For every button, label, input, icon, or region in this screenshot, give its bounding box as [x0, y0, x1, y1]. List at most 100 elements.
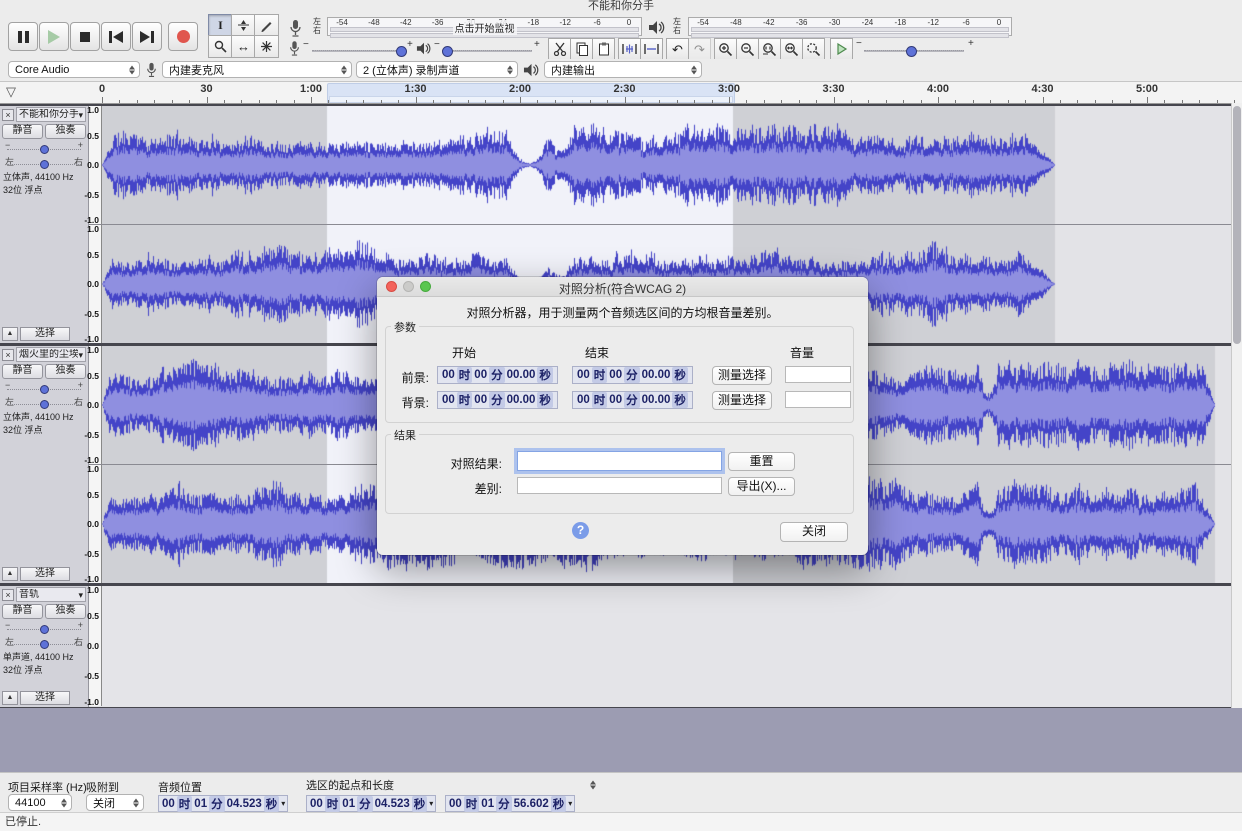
track-name-menu[interactable]: 音轨 ▾	[16, 587, 86, 602]
audio-host-select[interactable]: Core Audio	[8, 61, 140, 78]
multi-tool-button[interactable]	[254, 35, 279, 58]
vertical-scrollbar-thumb[interactable]	[1233, 106, 1241, 344]
track-close-button[interactable]: ×	[2, 588, 14, 601]
pan-slider[interactable]: 左 右	[5, 155, 83, 169]
play-button[interactable]	[39, 22, 69, 51]
mute-button[interactable]: 静音	[2, 604, 43, 619]
silence-button[interactable]	[640, 38, 663, 60]
measure-background-button[interactable]: 测量选择	[712, 391, 772, 410]
mute-button[interactable]: 静音	[2, 124, 43, 139]
background-start-field[interactable]: 00 时 00 分 00.00 秒	[437, 391, 558, 409]
export-button[interactable]: 导出(X)...	[728, 477, 795, 496]
select-button[interactable]: 选择	[20, 327, 70, 341]
vertical-scrollbar[interactable]	[1231, 103, 1242, 708]
gain-slider[interactable]: − +	[5, 140, 83, 154]
pan-slider[interactable]: 左 右	[5, 395, 83, 409]
select-button[interactable]: 选择	[20, 567, 70, 581]
cut-button[interactable]	[548, 38, 571, 60]
solo-button[interactable]: 独奏	[45, 124, 86, 139]
play-speed-slider[interactable]	[864, 46, 964, 57]
timeline-ruler[interactable]: 0 30 1:00 1:30 2:00 2:30 3:00 3:30 4:00 4:30 5:00	[89, 82, 1242, 104]
play-volume-thumb[interactable]	[442, 46, 453, 57]
record-volume-slider[interactable]	[312, 46, 407, 57]
trim-outside-button[interactable]	[618, 38, 641, 60]
zoom-project-button[interactable]	[780, 38, 803, 60]
track-name-menu[interactable]: 不能和你分手 ▾	[16, 107, 86, 122]
selection-format-select[interactable]: 选区的起点和长度	[306, 777, 596, 793]
select-button[interactable]: 选择	[20, 691, 70, 705]
record-volume-thumb[interactable]	[396, 46, 407, 57]
recording-channels-select[interactable]: 2 (立体声) 录制声道	[356, 61, 518, 78]
funnel-icon[interactable]: ▽	[6, 84, 16, 100]
zoom-toggle-button[interactable]	[802, 38, 825, 60]
recording-device-select[interactable]: 内建麦克风	[162, 61, 352, 78]
track-close-button[interactable]: ×	[2, 348, 14, 361]
pause-button[interactable]	[8, 22, 38, 51]
selection-length-field[interactable]: 00 时 01 分 56.602 秒 ▾	[445, 795, 576, 812]
monitor-hint[interactable]: 点击开始监视	[452, 20, 517, 35]
mute-button[interactable]: 静音	[2, 364, 43, 379]
play-volume-slider[interactable]	[442, 46, 532, 57]
gain-thumb[interactable]	[40, 145, 49, 154]
caret-down-icon[interactable]: ▾	[281, 799, 285, 808]
measure-foreground-button[interactable]: 测量选择	[712, 366, 772, 385]
foreground-start-field[interactable]: 00 时 00 分 00.00 秒	[437, 366, 558, 384]
background-end-field[interactable]: 00 时 00 分 00.00 秒	[572, 391, 693, 409]
pan-thumb[interactable]	[40, 400, 49, 409]
pan-thumb[interactable]	[40, 640, 49, 649]
collapse-button[interactable]: ▲	[2, 327, 18, 341]
contrast-result-field[interactable]	[517, 451, 722, 471]
caret-down-icon[interactable]: ▾	[568, 799, 572, 808]
gain-slider[interactable]: − +	[5, 620, 83, 634]
selection-tool-button[interactable]: I	[208, 14, 233, 37]
caret-down-icon[interactable]: ▾	[429, 799, 433, 808]
zoom-selection-button[interactable]	[758, 38, 781, 60]
paste-button[interactable]	[592, 38, 615, 60]
draw-tool-button[interactable]	[254, 14, 279, 37]
playback-device-select[interactable]: 内建输出	[544, 61, 702, 78]
difference-field[interactable]	[517, 477, 722, 494]
zoom-tool-button[interactable]	[208, 35, 233, 58]
envelope-tool-button[interactable]	[231, 14, 256, 37]
gain-thumb[interactable]	[40, 625, 49, 634]
background-volume-field[interactable]	[785, 391, 851, 408]
help-button[interactable]: ?	[572, 522, 589, 539]
record-button[interactable]	[168, 22, 198, 51]
play-at-speed-button[interactable]	[830, 38, 853, 60]
foreground-end-field[interactable]: 00 时 00 分 00.00 秒	[572, 366, 693, 384]
zoom-out-button[interactable]	[736, 38, 759, 60]
gain-thumb[interactable]	[40, 385, 49, 394]
pan-thumb[interactable]	[40, 160, 49, 169]
project-rate-select[interactable]: 44100	[8, 794, 72, 811]
waveform-track1-left[interactable]	[102, 106, 1231, 224]
reset-button[interactable]: 重置	[728, 452, 795, 471]
stop-button[interactable]	[70, 22, 100, 51]
playback-device-value: 内建输出	[551, 64, 595, 77]
timeshift-tool-button[interactable]: ↔	[231, 35, 256, 58]
foreground-volume-field[interactable]	[785, 366, 851, 383]
snap-to-select[interactable]: 关闭	[86, 794, 144, 811]
audio-position-field[interactable]: 00 时 01 分 04.523 秒 ▾	[158, 795, 289, 812]
track-name-menu[interactable]: 烟火里的尘埃 ▾	[16, 347, 86, 362]
record-meter-mic-icon[interactable]	[288, 19, 303, 39]
solo-button[interactable]: 独奏	[45, 364, 86, 379]
track-close-button[interactable]: ×	[2, 108, 14, 121]
close-button[interactable]: 关闭	[780, 522, 848, 542]
zoom-in-button[interactable]	[714, 38, 737, 60]
undo-button[interactable]: ↶	[666, 38, 689, 60]
playback-meter[interactable]: -54 -48 -42 -36 -30 -24 -18 -12 -6 0	[688, 17, 1012, 38]
collapse-button[interactable]: ▲	[2, 691, 18, 705]
selection-start-field[interactable]: 00 时 01 分 04.523 秒 ▾	[306, 795, 437, 812]
recording-meter[interactable]: -54-48-42-36-30-24-18-12-60 点击开始监视	[327, 17, 642, 38]
play-meter-speaker-icon[interactable]	[648, 19, 666, 36]
copy-button[interactable]	[570, 38, 593, 60]
solo-button[interactable]: 独奏	[45, 604, 86, 619]
skip-to-end-button[interactable]	[132, 22, 162, 51]
collapse-button[interactable]: ▲	[2, 567, 18, 581]
redo-button[interactable]: ↷	[688, 38, 711, 60]
play-speed-thumb[interactable]	[906, 46, 917, 57]
dialog-titlebar[interactable]: 对照分析(符合WCAG 2)	[377, 277, 868, 297]
pan-slider[interactable]: 左 右	[5, 635, 83, 649]
gain-slider[interactable]: − +	[5, 380, 83, 394]
skip-to-start-button[interactable]	[101, 22, 131, 51]
